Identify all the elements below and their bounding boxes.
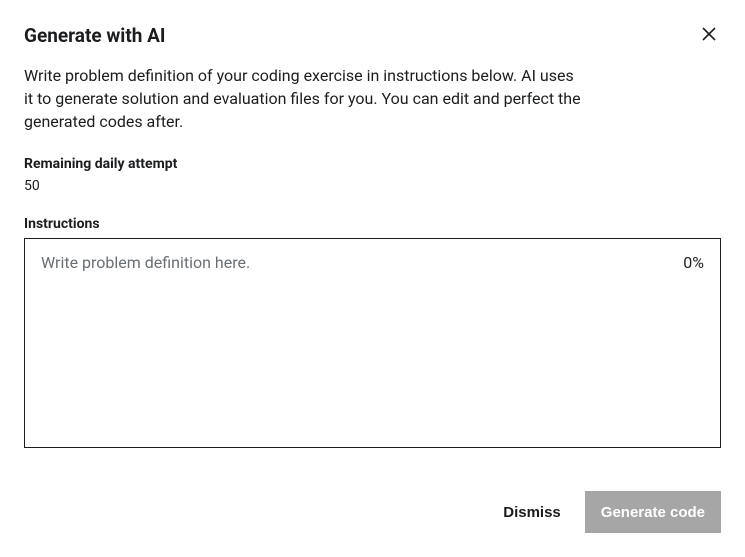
close-button[interactable] [697,24,721,48]
remaining-attempt-label: Remaining daily attempt [24,156,721,172]
generate-code-button[interactable]: Generate code [585,491,721,533]
modal-description: Write problem definition of your coding … [24,64,584,134]
generate-ai-modal: Generate with AI Write problem definitio… [0,0,745,557]
modal-title: Generate with AI [24,24,165,47]
dismiss-button[interactable]: Dismiss [503,504,561,521]
instructions-textarea[interactable] [25,239,720,447]
close-icon [701,26,717,46]
textarea-container: 0% [24,238,721,448]
percent-indicator: 0% [683,253,704,272]
modal-footer: Dismiss Generate code [24,491,721,533]
remaining-attempt-value: 50 [24,178,721,194]
instructions-wrapper: 0% [24,238,721,463]
modal-header: Generate with AI [24,24,721,48]
instructions-label: Instructions [24,216,721,232]
